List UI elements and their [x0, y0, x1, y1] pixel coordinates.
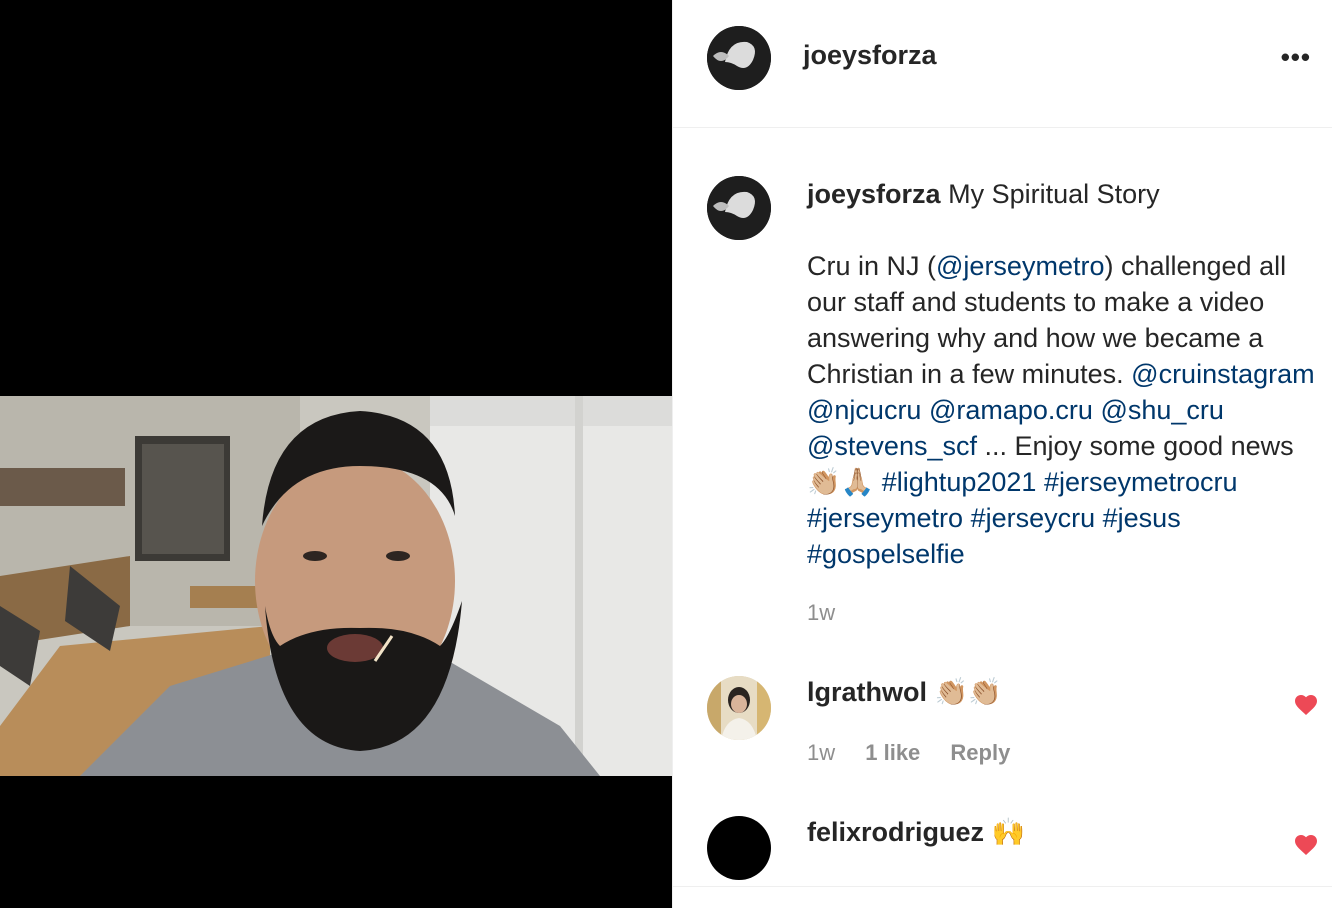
- caption-emoji: 👏🏼🙏🏼: [807, 467, 875, 497]
- author-avatar[interactable]: [707, 26, 771, 90]
- more-options-icon[interactable]: •••: [1281, 42, 1311, 73]
- caption-username[interactable]: joeysforza: [807, 179, 941, 209]
- caption-intro: Cru in NJ (: [807, 251, 937, 281]
- post-media[interactable]: [0, 0, 672, 908]
- hashtag-jesus[interactable]: #jesus: [1103, 503, 1181, 533]
- mention-ramapo[interactable]: @ramapo.cru: [929, 395, 1093, 425]
- author-username[interactable]: joeysforza: [803, 40, 937, 71]
- commenter-avatar[interactable]: [707, 676, 771, 740]
- caption-body-2: ... Enjoy some good news: [984, 431, 1294, 461]
- caption-avatar[interactable]: [707, 176, 771, 240]
- caption-avatar-image: [707, 176, 771, 240]
- video-frame[interactable]: [0, 396, 672, 776]
- comment-username[interactable]: felixrodriguez: [807, 817, 984, 847]
- caption-body: Cru in NJ (@jerseymetro) challenged all …: [807, 248, 1327, 572]
- hashtag-gospelselfie[interactable]: #gospelselfie: [807, 539, 965, 569]
- hashtag-lightup2021[interactable]: #lightup2021: [882, 467, 1037, 497]
- author-avatar-image: [707, 26, 771, 90]
- heart-icon[interactable]: [1294, 694, 1318, 716]
- panel-divider: [673, 886, 1332, 887]
- hashtag-jerseymetrocru[interactable]: #jerseymetrocru: [1044, 467, 1238, 497]
- caption-timestamp[interactable]: 1w: [807, 600, 835, 626]
- comment-text: felixrodriguez 🙌: [807, 816, 1025, 848]
- mention-shu[interactable]: @shu_cru: [1100, 395, 1223, 425]
- post-header: joeysforza •••: [673, 0, 1332, 128]
- commenter-avatar-image: [707, 676, 771, 740]
- video-still: [0, 396, 672, 776]
- comment-username[interactable]: lgrathwol: [807, 677, 927, 707]
- caption-text: joeysforza My Spiritual Story Cru in NJ …: [807, 176, 1327, 572]
- commenter-avatar[interactable]: [707, 816, 771, 880]
- comment-timestamp[interactable]: 1w: [807, 740, 835, 765]
- comment-text: lgrathwol 👏🏼👏🏼: [807, 676, 1002, 708]
- mention-jerseymetro[interactable]: @jerseymetro: [936, 251, 1104, 281]
- mention-cruinstagram[interactable]: @cruinstagram: [1131, 359, 1314, 389]
- hashtag-jerseycru[interactable]: #jerseycru: [971, 503, 1096, 533]
- heart-icon[interactable]: [1294, 834, 1318, 856]
- caption-first-line: joeysforza My Spiritual Story: [807, 176, 1327, 212]
- post-panel: joeysforza ••• joeysforza My Spiritual S…: [672, 0, 1332, 908]
- mention-stevens[interactable]: @stevens_scf: [807, 431, 977, 461]
- reply-button[interactable]: Reply: [950, 740, 1010, 765]
- comment-body: 🙌: [991, 817, 1026, 847]
- hashtag-jerseymetro[interactable]: #jerseymetro: [807, 503, 963, 533]
- caption-title: My Spiritual Story: [948, 179, 1160, 209]
- comment-meta: 1w 1 like Reply: [807, 740, 1034, 766]
- comment-body: 👏🏼👏🏼: [934, 677, 1002, 707]
- mention-njcucru[interactable]: @njcucru: [807, 395, 921, 425]
- comment-likes[interactable]: 1 like: [865, 740, 920, 765]
